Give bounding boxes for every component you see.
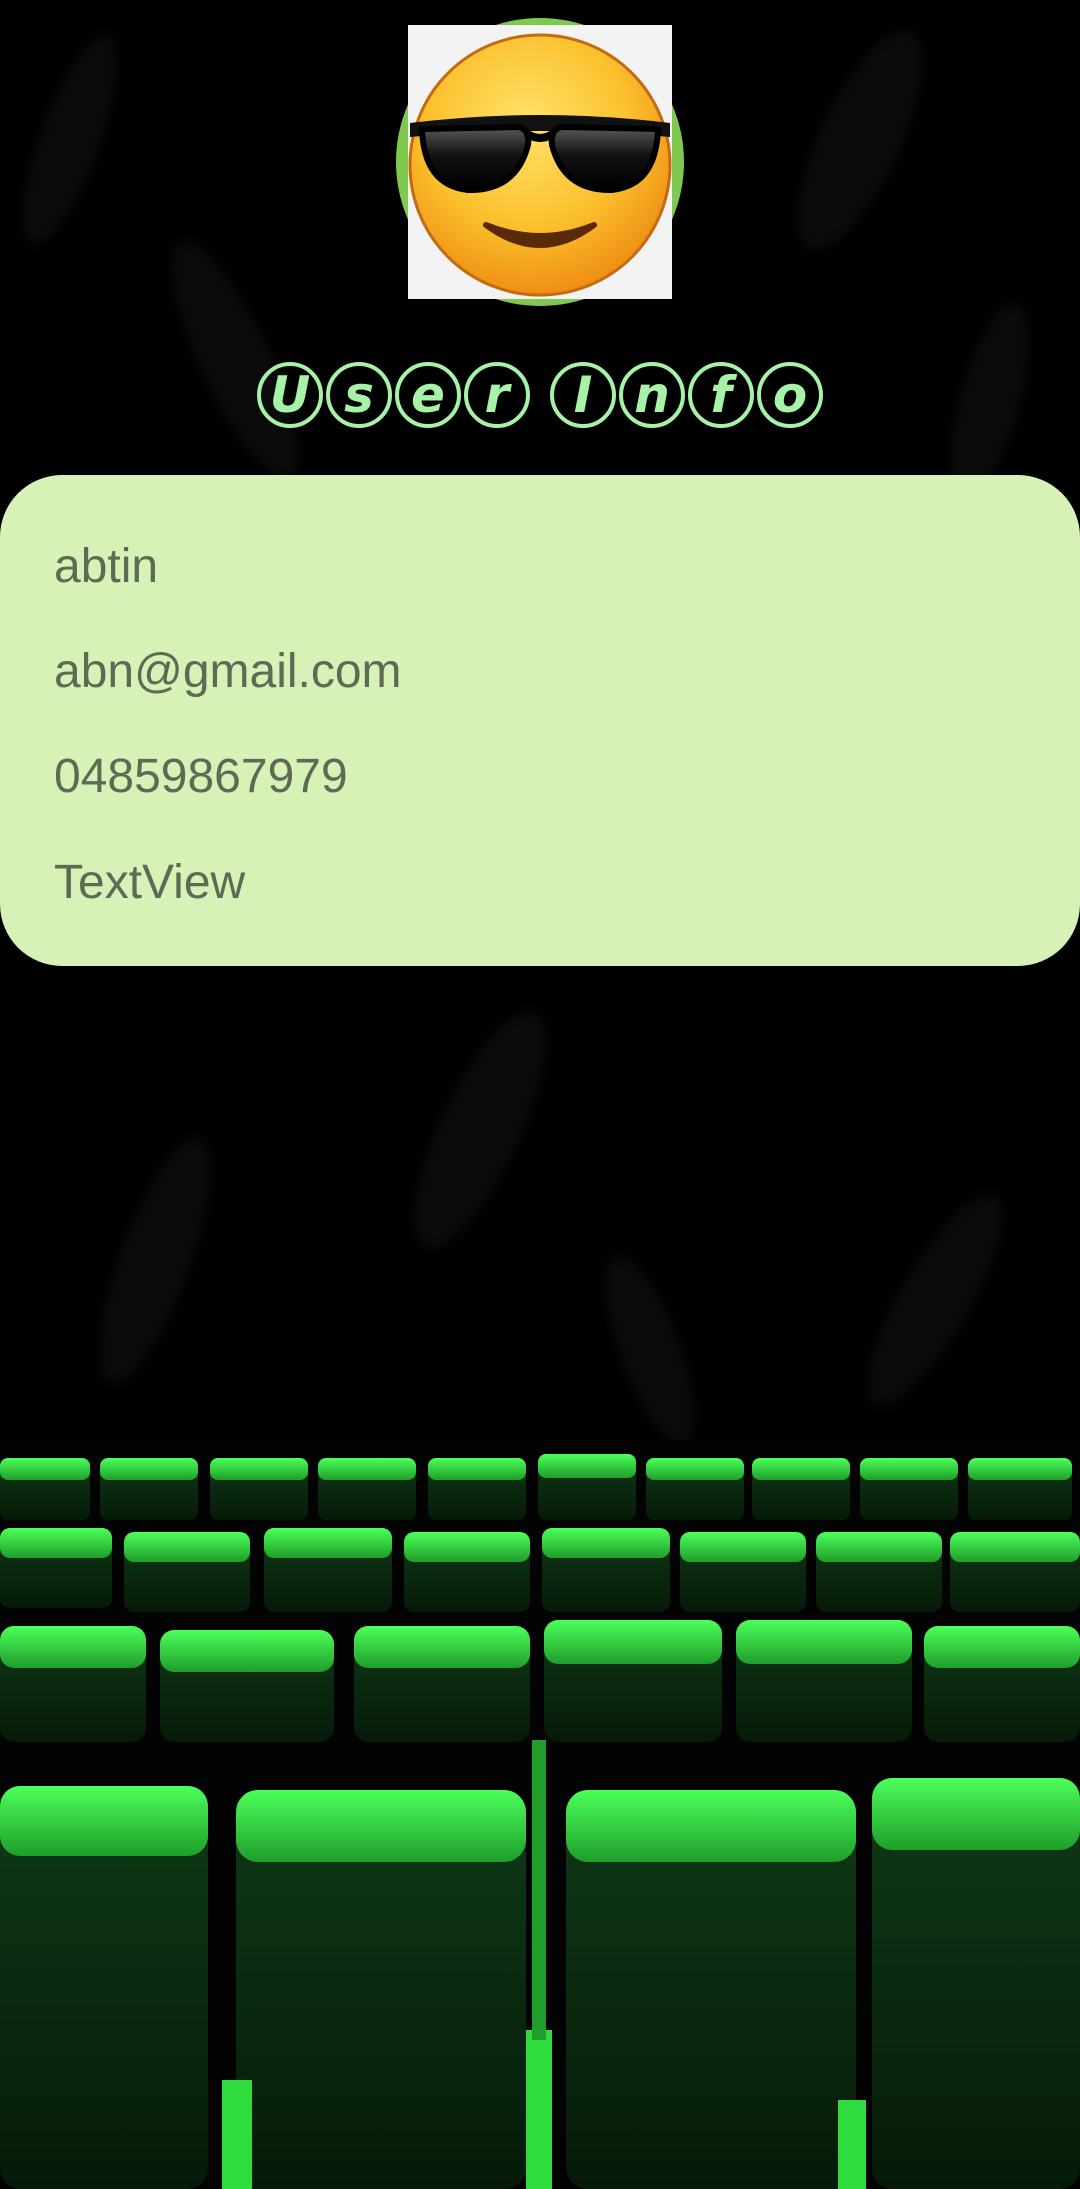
smoke-streak — [844, 1178, 1026, 1422]
seat-row — [0, 1740, 1080, 2189]
avatar[interactable] — [408, 25, 672, 299]
title-letter: n — [619, 362, 685, 428]
user-email-text: abn@gmail.com — [54, 645, 402, 698]
user-extra-text: TextView — [54, 856, 246, 909]
smoke-streak — [4, 26, 136, 254]
user-phone-text: 04859867979 — [54, 750, 348, 803]
page-title: U s e r I n f o — [0, 355, 1080, 435]
title-letter: I — [550, 362, 616, 428]
title-letter: f — [688, 362, 754, 428]
theater-seats-illustration — [0, 1440, 1080, 2189]
title-letter: s — [326, 362, 392, 428]
title-letter: U — [257, 362, 323, 428]
user-info-card: abtin abn@gmail.com 04859867979 TextView — [0, 475, 1080, 966]
smoke-streak — [587, 1245, 713, 1455]
title-letter: e — [395, 362, 461, 428]
sunglasses-smiley-icon — [408, 33, 672, 297]
user-info-screen: U s e r I n f o abtin abn@gmail.com 0485… — [0, 0, 1080, 2189]
smoke-streak — [773, 14, 947, 266]
user-name-text: abtin — [54, 540, 159, 593]
smoke-streak — [388, 995, 572, 1265]
title-letter: r — [464, 362, 530, 428]
title-letter: o — [757, 362, 823, 428]
smoke-streak — [77, 1125, 233, 1395]
